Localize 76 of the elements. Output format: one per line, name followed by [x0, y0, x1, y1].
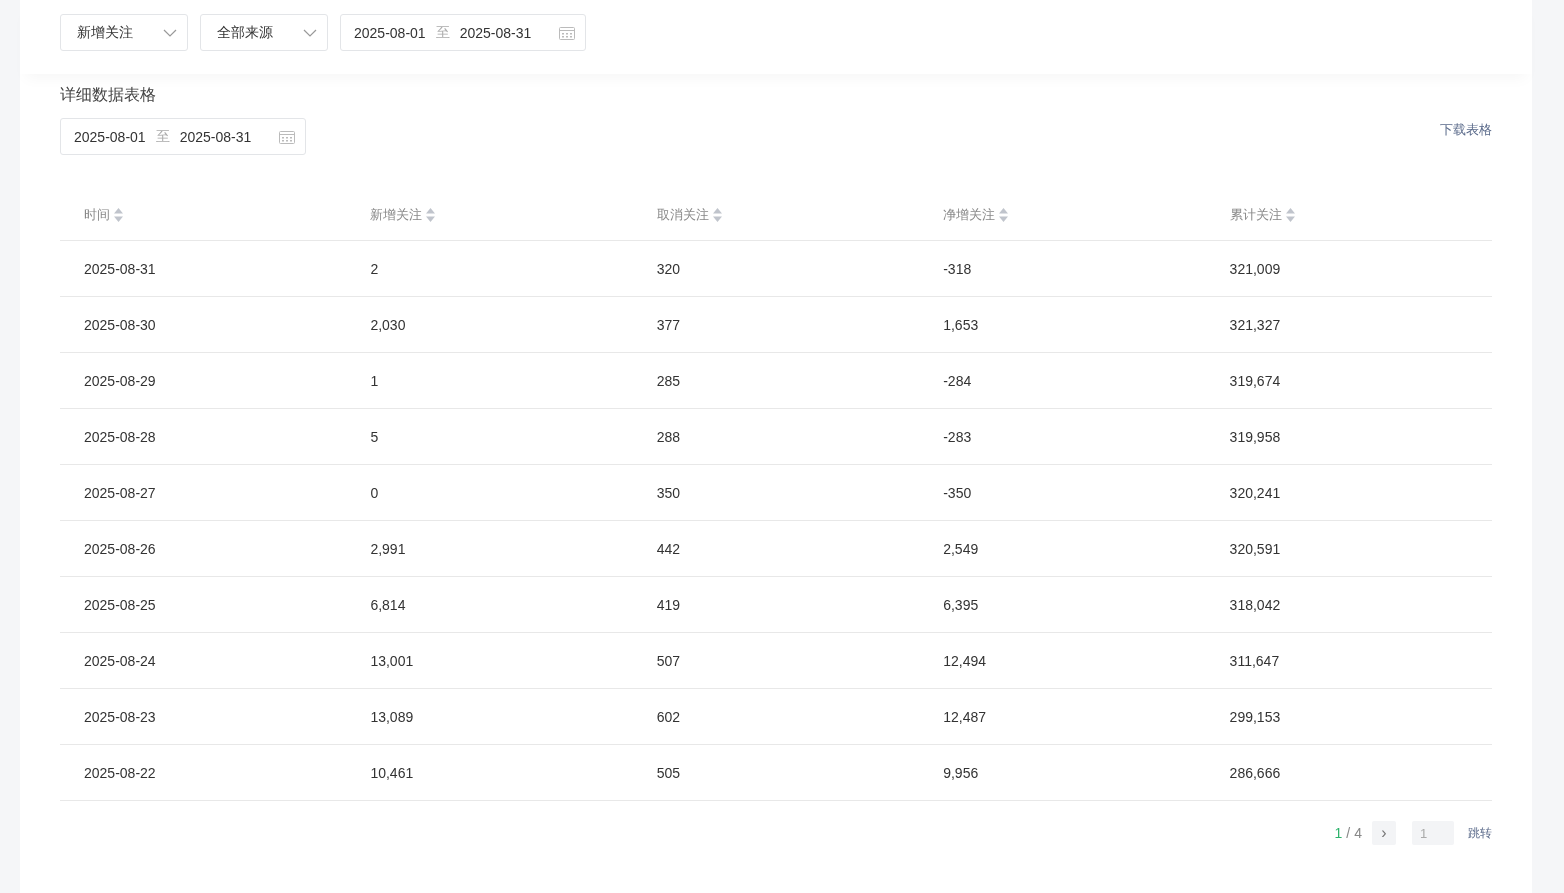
table-cell: 321,009 [1229, 260, 1281, 277]
sort-icon[interactable] [114, 207, 123, 222]
table-cell: 10,461 [370, 764, 414, 781]
table-cell: 13,089 [370, 708, 414, 725]
table-cell: 602 [656, 708, 681, 725]
table-cell: 2025-08-28 [84, 428, 156, 445]
column-header[interactable]: 净增关注 [943, 205, 996, 224]
download-table-link[interactable]: 下载表格 [1440, 121, 1492, 139]
table-cell: 350 [656, 484, 681, 501]
table-cell: 299,153 [1229, 708, 1281, 725]
table-cell: 442 [656, 540, 681, 557]
table-cell: 2025-08-30 [84, 316, 156, 333]
table-cell: 2 [370, 260, 379, 277]
table-cell: 2,549 [943, 540, 979, 557]
table-cell: 320,591 [1229, 540, 1281, 557]
table-cell: 2025-08-26 [84, 540, 156, 557]
section-title: 详细数据表格 [60, 85, 157, 105]
table-cell: 12,487 [943, 708, 986, 725]
column-header[interactable]: 新增关注 [370, 205, 423, 224]
table-cell: 2025-08-29 [84, 372, 156, 389]
sort-icon[interactable] [999, 207, 1009, 222]
table-cell: 13,001 [370, 652, 414, 669]
table-cell: 6,395 [943, 596, 979, 613]
table-cell: 6,814 [370, 596, 406, 613]
sort-icon[interactable] [1285, 207, 1295, 222]
table-cell: 288 [656, 428, 681, 445]
table-cell: 2025-08-27 [84, 484, 156, 501]
date-range-picker[interactable]: 2025-08-01 至 2025-08-31 [60, 118, 306, 155]
chevron-down-icon [163, 28, 177, 37]
chevron-down-icon [303, 28, 317, 37]
calendar-icon [559, 25, 575, 40]
table-cell: -318 [943, 260, 972, 277]
table-cell: 377 [656, 316, 681, 333]
table-cell: 320 [656, 260, 681, 277]
table-cell: 419 [656, 596, 681, 613]
column-header[interactable]: 取消关注 [656, 205, 709, 224]
next-page-button[interactable]: › [1372, 821, 1396, 845]
table-cell: 12,494 [943, 652, 986, 669]
page-input[interactable]: 1 [1412, 821, 1454, 845]
total-pages: 4 [1354, 825, 1362, 841]
table-cell: 2025-08-25 [84, 596, 156, 613]
calendar-icon [279, 129, 295, 144]
table-cell: 2025-08-31 [84, 260, 156, 277]
table-cell: 2,991 [370, 540, 406, 557]
table-cell: 1 [370, 372, 379, 389]
table-cell: 286,666 [1229, 764, 1281, 781]
table-cell: 319,674 [1229, 372, 1281, 389]
table-cell: 2025-08-23 [84, 708, 156, 725]
table-cell: 507 [656, 652, 681, 669]
table-cell: -350 [943, 484, 972, 501]
table-cell: 311,647 [1229, 652, 1280, 669]
table-cell: -284 [943, 372, 972, 389]
current-page: 1 [1334, 825, 1343, 841]
sort-icon[interactable] [426, 207, 436, 222]
metric-select[interactable]: 新增关注 [60, 14, 188, 51]
table-cell: 2025-08-22 [84, 764, 156, 781]
table-cell: 321,327 [1229, 316, 1281, 333]
table-cell: 5 [370, 428, 379, 445]
page-separator: / [1346, 825, 1351, 841]
table-cell: 9,956 [943, 764, 979, 781]
source-select[interactable]: 全部来源 [200, 14, 328, 51]
jump-button[interactable]: 跳转 [1468, 824, 1492, 842]
column-header[interactable]: 累计关注 [1229, 205, 1282, 224]
table-cell: 505 [656, 764, 681, 781]
table-cell: 1,653 [943, 316, 979, 333]
table-cell: 318,042 [1229, 596, 1281, 613]
table-cell: 285 [656, 372, 681, 389]
table-cell: 320,241 [1229, 484, 1281, 501]
column-header[interactable]: 时间 [84, 205, 110, 224]
table-cell: 2025-08-24 [84, 652, 156, 669]
table-cell: 2,030 [370, 316, 406, 333]
date-range-picker[interactable]: 2025-08-01 至 2025-08-31 [340, 14, 586, 51]
table-cell: 0 [370, 484, 379, 501]
sort-icon[interactable] [712, 207, 722, 222]
table-cell: 319,958 [1229, 428, 1281, 445]
table-cell: -283 [943, 428, 972, 445]
